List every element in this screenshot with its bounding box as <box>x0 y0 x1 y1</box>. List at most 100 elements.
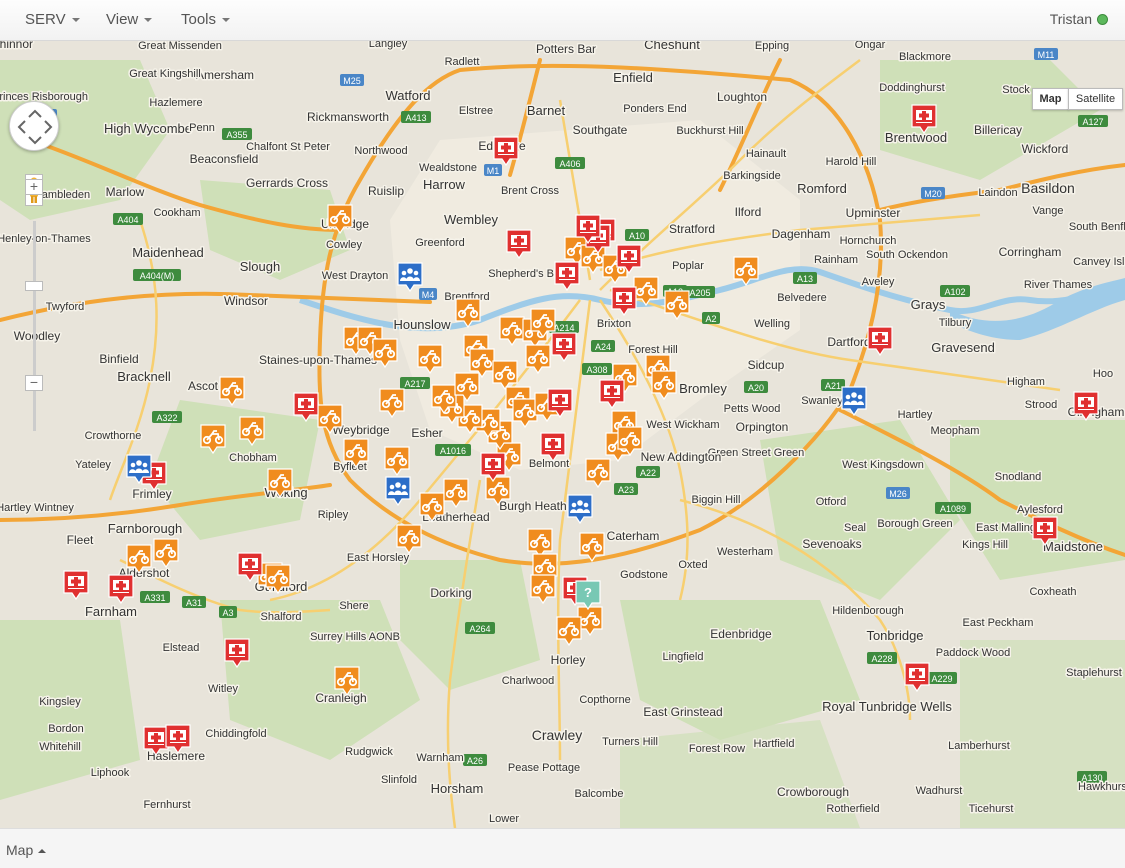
menu-tools[interactable]: Tools <box>181 11 231 28</box>
place-label: Rickmansworth <box>307 110 389 124</box>
road-shield-label: A127 <box>1082 117 1103 127</box>
road-shield-label: A23 <box>618 485 634 495</box>
road-shield-label: A31 <box>186 598 202 608</box>
place-label: Brixton <box>597 318 631 330</box>
place-label: Grays <box>911 297 946 312</box>
place-label: Balcombe <box>575 788 624 800</box>
place-label: Ripley <box>318 509 349 521</box>
place-label: Belvedere <box>777 292 827 304</box>
place-label: Southgate <box>573 123 628 137</box>
road-shield: A229 <box>927 672 957 684</box>
place-label: Seal <box>844 522 866 534</box>
road-shield-label: A228 <box>871 654 892 664</box>
place-label: Windsor <box>224 294 268 308</box>
road-shield-label: A404 <box>117 215 138 225</box>
hospital-icon <box>68 576 84 589</box>
zoom-out-button[interactable]: − <box>25 375 43 391</box>
place-label: Ruislip <box>368 184 404 198</box>
map-svg: M25M40A413A355M4A404A404(M)A322A331A31A3… <box>0 41 1125 828</box>
place-label: Farnborough <box>108 521 182 536</box>
menu-view-label: View <box>106 11 139 28</box>
place-label: Staines-upon-Thames <box>259 353 377 367</box>
place-label: Romford <box>797 181 847 196</box>
place-label: Shalford <box>261 611 302 623</box>
place-label: Wickford <box>1022 142 1069 156</box>
place-label: Lamberhurst <box>948 740 1010 752</box>
road-shield-label: A24 <box>595 342 611 352</box>
map-canvas[interactable]: M25M40A413A355M4A404A404(M)A322A331A31A3… <box>0 41 1125 828</box>
place-label: Maidstone <box>1043 539 1103 554</box>
place-label: Ilford <box>735 205 762 219</box>
place-label: Lingfield <box>663 651 704 663</box>
hospital-icon <box>916 110 932 123</box>
road-shield: A10 <box>625 229 649 241</box>
place-label: East Horsley <box>347 552 410 564</box>
place-label: Beaconsfield <box>190 152 259 166</box>
hospital-icon <box>229 644 245 657</box>
place-label: Oxted <box>678 559 707 571</box>
road-shield: A308 <box>582 363 612 375</box>
road-shield-label: A308 <box>586 365 607 375</box>
place-label: Upminster <box>846 206 901 220</box>
menu-serv[interactable]: SERV <box>25 11 80 28</box>
place-label: Bordon <box>48 723 83 735</box>
place-label: Wembley <box>444 212 498 227</box>
road-shield-label: A10 <box>629 231 645 241</box>
place-label: Esher <box>411 426 442 440</box>
road-shield-label: A205 <box>689 288 710 298</box>
road-shield: A127 <box>1078 115 1108 127</box>
map-type-satellite-button[interactable]: Satellite <box>1068 88 1123 110</box>
menu-serv-label: SERV <box>25 11 66 28</box>
place-label: East Peckham <box>963 617 1034 629</box>
place-label: Hoo <box>1093 368 1113 380</box>
place-label: Edenbridge <box>710 627 772 641</box>
map-panel-toggle[interactable]: Map <box>6 842 47 858</box>
place-label: Crowborough <box>777 785 849 799</box>
place-label: Elstree <box>459 105 493 117</box>
place-label: River Thames <box>1024 279 1093 291</box>
place-label: Sidcup <box>748 358 785 372</box>
hospital-icon <box>242 558 258 571</box>
road-shield-label: A331 <box>144 593 165 603</box>
place-label: Rotherfield <box>826 803 879 815</box>
place-label: Farnham <box>85 604 137 619</box>
place-label: Rudgwick <box>345 746 393 758</box>
place-label: Shere <box>339 600 368 612</box>
zoom-slider-handle[interactable] <box>25 281 43 291</box>
road-shield: A1089 <box>935 502 971 514</box>
place-label: Tonbridge <box>866 628 923 643</box>
place-label: Otford <box>816 496 847 508</box>
place-label: Belmont <box>529 458 569 470</box>
place-label: Liphook <box>91 767 130 779</box>
place-label: Cookham <box>153 207 200 219</box>
place-label: Cheshunt <box>644 41 700 52</box>
place-label: Westerham <box>717 546 773 558</box>
user-menu[interactable]: Tristan <box>1050 11 1108 27</box>
place-label: Hawkhurst <box>1078 781 1125 793</box>
pan-control[interactable] <box>9 101 59 151</box>
place-label: Cranleigh <box>315 691 366 705</box>
menu-view[interactable]: View <box>106 11 153 28</box>
place-label: Crowthorne <box>85 430 142 442</box>
place-label: Sevenoaks <box>802 537 861 551</box>
road-shield: M20 <box>921 187 945 199</box>
place-label: Paddock Wood <box>936 647 1010 659</box>
caret-down-icon <box>71 18 80 23</box>
place-label: Poplar <box>672 260 704 272</box>
road-shield-label: A355 <box>226 130 247 140</box>
place-label: Warnham <box>416 752 463 764</box>
place-label: Ascot <box>188 379 219 393</box>
place-label: South Benfleet <box>1069 221 1125 233</box>
place-label: Biggin Hill <box>692 494 741 506</box>
zoom-in-button[interactable]: + <box>25 179 43 195</box>
place-label: Barnet <box>527 103 566 118</box>
zoom-slider-track[interactable] <box>33 221 36 431</box>
place-label: Penn <box>189 122 215 134</box>
place-label: Fleet <box>67 533 94 547</box>
road-shield: A355 <box>222 128 252 140</box>
road-shield: A331 <box>140 591 170 603</box>
place-label: Enfield <box>613 70 653 85</box>
place-label: Borough Green <box>877 518 952 530</box>
place-label: Hornchurch <box>840 235 897 247</box>
map-type-map-button[interactable]: Map <box>1032 88 1069 110</box>
